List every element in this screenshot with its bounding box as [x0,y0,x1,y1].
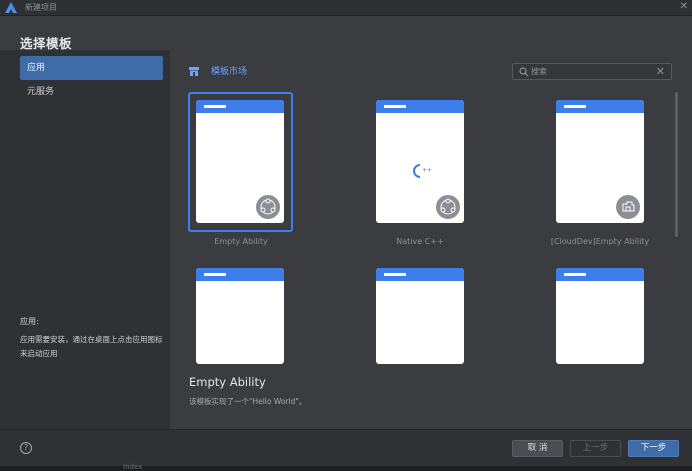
template-card-clouddev-empty-ability[interactable] [550,94,644,225]
template-market-label: 模板市场 [211,67,248,77]
new-project-dialog: 新建项目 ✕ 选择模板 应用 元服务 应用: 应用需要安装，通过在桌面上点击应用… [0,0,692,471]
template-detail-title: Empty Ability [189,375,266,389]
window-title: 新建项目 [25,3,57,12]
template-preview: ++ [376,100,464,223]
template-card-empty-ability[interactable] [188,92,293,232]
sidebar-description: 应用需要安装，通过在桌面上点击应用图标来启动应用 [20,335,163,358]
sidebar-item-application[interactable]: 应用 [20,56,163,80]
background-editor-strip: Index [0,463,692,471]
title-bar: 新建项目 ✕ [0,0,692,16]
sidebar-item-atomic-service[interactable]: 元服务 [20,80,163,104]
dialog-footer: ? 取 消 上一步 下一步 [0,429,692,466]
template-card-native-cpp[interactable]: ++ [370,94,464,225]
template-label-empty-ability: Empty Ability [214,237,268,246]
template-preview [196,268,284,364]
template-detail-description: 该模板实现了一个"Hello World"。 [189,397,307,406]
help-icon[interactable]: ? [20,442,32,454]
search-icon [519,67,529,77]
preview-header-bar [376,100,464,113]
template-card[interactable] [190,262,284,364]
sidebar-description-title: 应用: [20,317,39,326]
cpp-logo-icon: ++ [413,164,432,178]
search-box[interactable]: ✕ [512,63,672,80]
next-button[interactable]: 下一步 [628,440,679,457]
template-panel: 模板市场 ✕ [170,50,692,429]
cloud-dev-icon [616,195,640,219]
template-label-native-cpp: Native C++ [396,237,444,246]
cpp-icon [436,195,460,219]
template-label-clouddev-empty-ability: [CloudDev]Empty Ability [550,237,650,246]
background-tab-label: Index [123,463,143,471]
previous-button[interactable]: 上一步 [570,440,621,457]
preview-header-bar [556,100,644,113]
preview-header-bar [376,268,464,281]
preview-header-bar [196,100,284,113]
preview-header-bar [556,268,644,281]
clear-search-icon[interactable]: ✕ [656,64,665,79]
template-preview [556,268,644,364]
search-input[interactable] [531,65,651,78]
cancel-button[interactable]: 取 消 [512,440,563,457]
sidebar: 应用 元服务 应用: 应用需要安装，通过在桌面上点击应用图标来启动应用 [0,50,170,429]
template-preview [556,100,644,223]
preview-header-bar [196,268,284,281]
scrollbar[interactable] [675,92,678,237]
ability-icon [256,195,280,219]
store-icon [189,67,199,76]
template-preview [376,268,464,364]
svg-text:++: ++ [422,167,432,174]
close-icon[interactable]: ✕ [680,0,688,14]
template-card[interactable] [370,262,464,364]
template-card[interactable] [550,262,644,364]
template-preview [196,100,284,223]
app-logo-icon [5,2,17,13]
